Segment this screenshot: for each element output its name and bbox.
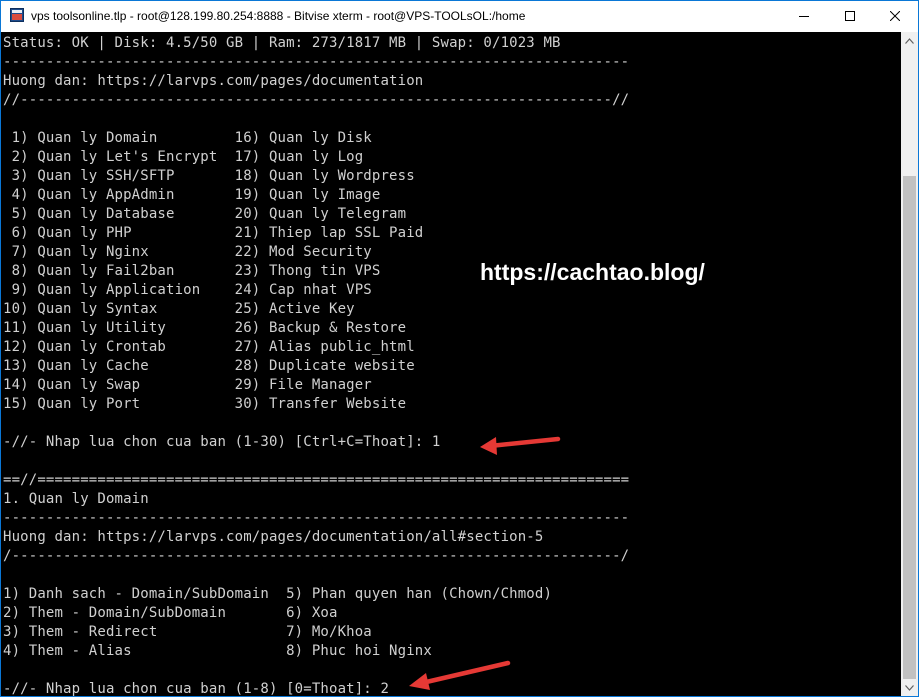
terminal-window: vps toolsonline.tlp - root@128.199.80.25… <box>0 0 919 697</box>
scrollbar-thumb[interactable] <box>903 176 916 679</box>
terminal-line: 2) Quan ly Let's Encrypt 17) Quan ly Log <box>3 149 364 165</box>
terminal-line: 7) Quan ly Nginx 22) Mod Security <box>3 244 372 260</box>
terminal-line: 1. Quan ly Domain <box>3 491 149 507</box>
terminal-output[interactable]: Status: OK | Disk: 4.5/50 GB | Ram: 273/… <box>1 32 901 696</box>
terminal-line: Status: OK | Disk: 4.5/50 GB | Ram: 273/… <box>3 35 561 51</box>
terminal-line: ==//====================================… <box>3 472 630 488</box>
terminal-line: 10) Quan ly Syntax 25) Active Key <box>3 301 355 317</box>
terminal-line: 14) Quan ly Swap 29) File Manager <box>3 377 372 393</box>
terminal-line: 1) Danh sach - Domain/SubDomain 5) Phan … <box>3 586 553 602</box>
scroll-down-button[interactable] <box>901 679 918 696</box>
vertical-scrollbar[interactable] <box>901 32 918 696</box>
terminal-line: 4) Them - Alias 8) Phuc hoi Nginx <box>3 643 432 659</box>
terminal-line: Huong dan: https://larvps.com/pages/docu… <box>3 529 544 545</box>
terminal-line: 13) Quan ly Cache 28) Duplicate website <box>3 358 415 374</box>
terminal-line: 3) Quan ly SSH/SFTP 18) Quan ly Wordpres… <box>3 168 415 184</box>
close-button[interactable] <box>872 1 918 32</box>
maximize-button[interactable] <box>827 1 873 32</box>
watermark-url: https://cachtao.blog/ <box>480 259 705 285</box>
minimize-icon <box>799 10 809 24</box>
terminal-app-icon[interactable] <box>10 8 24 22</box>
terminal-prompt-line: -//- Nhap lua chon cua ban (1-8) [0=Thoa… <box>3 681 390 696</box>
chevron-down-icon <box>905 684 914 691</box>
red-arrow-icon <box>480 436 561 455</box>
terminal-line: /---------------------------------------… <box>3 548 630 564</box>
terminal-line: 4) Quan ly AppAdmin 19) Quan ly Image <box>3 187 381 203</box>
terminal-line: 5) Quan ly Database 20) Quan ly Telegram <box>3 206 407 222</box>
terminal-line: 6) Quan ly PHP 21) Thiep lap SSL Paid <box>3 225 424 241</box>
terminal-line: 12) Quan ly Crontab 27) Alias public_htm… <box>3 339 415 355</box>
chevron-up-icon <box>905 37 914 44</box>
minimize-button[interactable] <box>781 1 827 32</box>
terminal-line: Huong dan: https://larvps.com/pages/docu… <box>3 73 424 89</box>
terminal-line: //--------------------------------------… <box>3 92 630 108</box>
terminal-line: 15) Quan ly Port 30) Transfer Website <box>3 396 407 412</box>
terminal-line: 3) Them - Redirect 7) Mo/Khoa <box>3 624 372 640</box>
terminal-line: 8) Quan ly Fail2ban 23) Thong tin VPS <box>3 263 381 279</box>
terminal-line: 11) Quan ly Utility 26) Backup & Restore <box>3 320 407 336</box>
maximize-icon <box>845 10 855 24</box>
terminal-line: ----------------------------------------… <box>3 510 630 526</box>
scroll-up-button[interactable] <box>901 32 918 49</box>
terminal-line: 9) Quan ly Application 24) Cap nhat VPS <box>3 282 372 298</box>
terminal-line: 2) Them - Domain/SubDomain 6) Xoa <box>3 605 338 621</box>
terminal-prompt-line: -//- Nhap lua chon cua ban (1-30) [Ctrl+… <box>3 434 441 450</box>
terminal-line: 1) Quan ly Domain 16) Quan ly Disk <box>3 130 372 146</box>
close-icon <box>889 10 901 24</box>
window-title: vps toolsonline.tlp - root@128.199.80.25… <box>31 9 526 23</box>
red-arrow-icon <box>409 660 511 690</box>
terminal-line: ----------------------------------------… <box>3 54 630 70</box>
title-bar[interactable]: vps toolsonline.tlp - root@128.199.80.25… <box>1 1 918 32</box>
